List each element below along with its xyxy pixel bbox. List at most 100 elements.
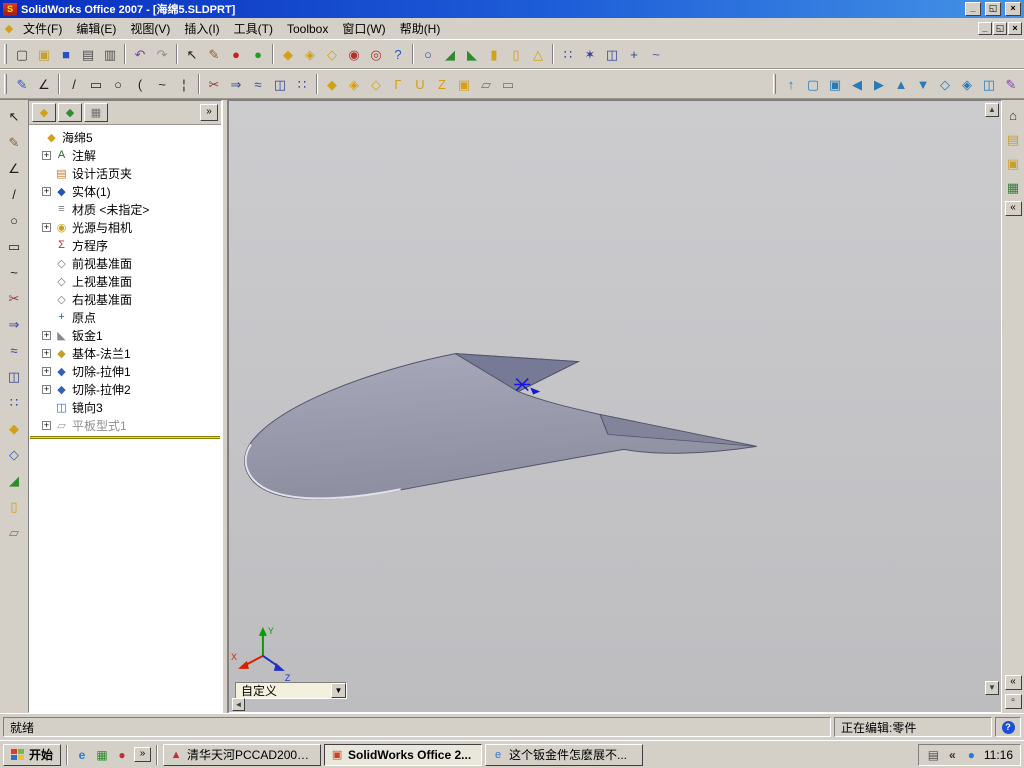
toolbar-grip[interactable] <box>773 74 776 94</box>
back-view-icon[interactable]: ▣ <box>824 73 846 95</box>
trim-entities-icon[interactable]: ✂ <box>203 73 225 95</box>
line-tool-icon[interactable]: / <box>2 183 26 205</box>
tree-item-base-flange1[interactable]: + ◆ 基体-法兰1 <box>29 344 221 362</box>
chamfer-icon[interactable]: ◣ <box>461 43 483 65</box>
open-icon[interactable]: ▣ <box>33 43 55 65</box>
view-palette-icon[interactable]: ▦ <box>1003 177 1023 197</box>
status-help[interactable]: ? <box>995 717 1021 737</box>
print-preview-icon[interactable]: ▥ <box>99 43 121 65</box>
plane-tool-icon[interactable]: ▱ <box>2 521 26 543</box>
closed-corner-icon[interactable]: ▣ <box>453 73 475 95</box>
curves-icon[interactable]: ~ <box>645 43 667 65</box>
front-view-icon[interactable]: ▢ <box>802 73 824 95</box>
tree-item-part-root[interactable]: ◆ 海绵5 <box>29 128 221 146</box>
offset-entities-icon[interactable]: ≈ <box>247 73 269 95</box>
tree-item-lights-cameras[interactable]: + ◉ 光源与相机 <box>29 218 221 236</box>
redo-icon[interactable]: ↷ <box>151 43 173 65</box>
spline-tool-icon[interactable]: ~ <box>2 261 26 283</box>
ql-show-desktop-icon[interactable]: ▦ <box>93 746 111 764</box>
viewport-vertical-scrollbar[interactable]: ▲ ▼ <box>985 103 999 695</box>
expand-toggle[interactable]: + <box>42 420 51 430</box>
line-icon[interactable]: / <box>63 73 85 95</box>
scroll-left-icon[interactable]: ◄ <box>232 698 245 711</box>
child-close-button[interactable]: × <box>1008 22 1022 35</box>
taskbar-task-solidworks[interactable]: ▣ SolidWorks Office 2... <box>324 743 483 766</box>
rollback-bar[interactable] <box>30 436 220 439</box>
centerline-icon[interactable]: ¦ <box>173 73 195 95</box>
right-view-icon[interactable]: ▶ <box>868 73 890 95</box>
collapse-bottom-button[interactable]: « <box>1004 675 1022 690</box>
close-button[interactable]: × <box>1005 2 1021 16</box>
tree-item-design-binder[interactable]: ▤ 设计活页夹 <box>29 164 221 182</box>
menu-window[interactable]: 窗口(W) <box>335 17 392 40</box>
convert-tool-icon[interactable]: ⇒ <box>2 313 26 335</box>
menu-view[interactable]: 视图(V) <box>123 17 177 40</box>
tree-item-front-plane[interactable]: ◇ 前视基准面 <box>29 254 221 272</box>
edge-flange-icon[interactable]: ◈ <box>343 73 365 95</box>
tree-item-annotations[interactable]: + A 注解 <box>29 146 221 164</box>
linear-sketch-pattern-icon[interactable]: ∷ <box>291 73 313 95</box>
smart-dimension-icon[interactable]: ∠ <box>33 73 55 95</box>
spline-icon[interactable]: ~ <box>151 73 173 95</box>
restore-button[interactable]: ◱ <box>985 2 1001 16</box>
reference-geometry-icon[interactable]: + <box>623 43 645 65</box>
top-view-icon[interactable]: ▲ <box>890 73 912 95</box>
tray-chevron-icon[interactable]: « <box>945 747 960 762</box>
rectangle-icon[interactable]: ▭ <box>85 73 107 95</box>
scroll-up-icon[interactable]: ▲ <box>985 103 999 117</box>
tree-item-solid-bodies[interactable]: + ◆ 实体(1) <box>29 182 221 200</box>
sketch-icon[interactable]: ✎ <box>203 43 225 65</box>
tree-item-top-plane[interactable]: ◇ 上视基准面 <box>29 272 221 290</box>
arc-icon[interactable]: ( <box>129 73 151 95</box>
mirror-icon[interactable]: ◫ <box>601 43 623 65</box>
expand-toggle[interactable]: + <box>42 330 51 340</box>
mirror-entities-icon[interactable]: ◫ <box>269 73 291 95</box>
shell-icon[interactable]: ▯ <box>505 43 527 65</box>
hem-icon[interactable]: U <box>409 73 431 95</box>
dimension-tool-icon[interactable]: ∠ <box>2 157 26 179</box>
cut-tool-icon[interactable]: ◇ <box>2 443 26 465</box>
draft-icon[interactable]: △ <box>527 43 549 65</box>
propertymanager-tab[interactable]: ◆ <box>58 103 82 122</box>
menu-tools[interactable]: 工具(T) <box>227 17 280 40</box>
graphics-area[interactable]: Y X Z 自定义 ▼ ▲ ▼ ◄ <box>228 100 1002 713</box>
view-selector-combo[interactable]: 自定义 ▼ <box>235 682 347 699</box>
rectangle-tool-icon[interactable]: ▭ <box>2 235 26 257</box>
tree-item-origin[interactable]: + 原点 <box>29 308 221 326</box>
appearance-icon[interactable]: ✎ <box>1000 73 1022 95</box>
flatten-icon[interactable]: ▭ <box>497 73 519 95</box>
ql-internet-explorer-icon[interactable]: e <box>73 746 91 764</box>
sheet-metal-model[interactable] <box>244 353 757 500</box>
fillet-icon[interactable]: ◢ <box>439 43 461 65</box>
isometric-view-icon[interactable]: ◇ <box>934 73 956 95</box>
tree-item-flat-pattern1[interactable]: + ▱ 平板型式1 <box>29 416 221 434</box>
tree-item-sheet-metal[interactable]: + ◣ 钣金1 <box>29 326 221 344</box>
offset-tool-icon[interactable]: ≈ <box>2 339 26 361</box>
left-view-icon[interactable]: ◀ <box>846 73 868 95</box>
swept-boss-icon[interactable]: ◇ <box>321 43 343 65</box>
solidworks-app-icon[interactable]: S <box>3 2 17 16</box>
taskbar-task-pccad[interactable]: ▲ 清华天河PCCAD2005&... <box>163 743 322 766</box>
jog-icon[interactable]: Z <box>431 73 453 95</box>
undo-icon[interactable]: ↶ <box>129 43 151 65</box>
expand-toggle[interactable]: + <box>42 222 51 232</box>
miter-flange-icon[interactable]: ◇ <box>365 73 387 95</box>
file-explorer-icon[interactable]: ▣ <box>1003 153 1023 173</box>
rebuild-indicator-green-icon[interactable]: ● <box>247 43 269 65</box>
menu-toolbox[interactable]: Toolbox <box>280 19 335 39</box>
tree-item-equations[interactable]: Σ 方程序 <box>29 236 221 254</box>
dimetric-view-icon[interactable]: ◈ <box>956 73 978 95</box>
taskbar-task-ie-page[interactable]: e 这个钣金件怎麽展不... <box>485 743 644 766</box>
view-orientation-icon[interactable]: ↑ <box>780 73 802 95</box>
help-icon[interactable]: ? <box>387 43 409 65</box>
view-selector-value[interactable]: 自定义 <box>236 682 331 699</box>
zoom-fit-icon[interactable]: ◎ <box>365 43 387 65</box>
task-pane-home-icon[interactable]: ⌂ <box>1003 105 1023 125</box>
circle-icon[interactable]: ○ <box>107 73 129 95</box>
mirror-tool-icon[interactable]: ◫ <box>2 365 26 387</box>
toolbar-grip[interactable] <box>4 44 7 64</box>
help-icon[interactable]: ? <box>1001 720 1015 734</box>
boss-extrude-icon[interactable]: ◆ <box>277 43 299 65</box>
tree-item-right-plane[interactable]: ◇ 右视基准面 <box>29 290 221 308</box>
menu-file[interactable]: 文件(F) <box>16 17 69 40</box>
